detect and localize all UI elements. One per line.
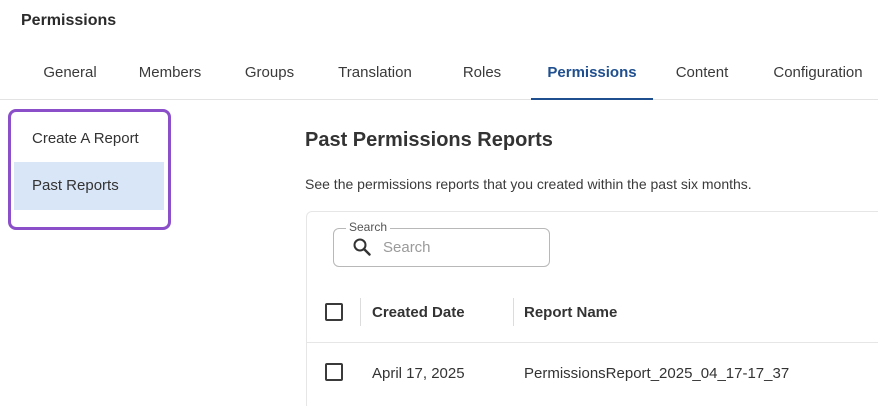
tab-configuration[interactable]: Configuration bbox=[768, 52, 868, 100]
column-header-report-name[interactable]: Report Name bbox=[524, 304, 617, 321]
sidebar-item-create-report[interactable]: Create A Report bbox=[14, 115, 164, 163]
column-divider bbox=[360, 298, 361, 326]
tab-bar: General Members Groups Translation Roles… bbox=[0, 52, 878, 100]
column-header-created-date[interactable]: Created Date bbox=[372, 304, 465, 321]
permissions-page: Permissions General Members Groups Trans… bbox=[0, 0, 878, 406]
report-sidebar: Create A Report Past Reports bbox=[8, 109, 171, 230]
section-description: See the permissions reports that you cre… bbox=[305, 176, 752, 192]
search-input[interactable] bbox=[383, 236, 543, 258]
tab-general[interactable]: General bbox=[42, 52, 98, 100]
sidebar-item-past-reports[interactable]: Past Reports bbox=[14, 162, 164, 210]
tab-members[interactable]: Members bbox=[136, 52, 204, 100]
search-icon bbox=[353, 238, 371, 256]
tab-translation[interactable]: Translation bbox=[335, 52, 415, 100]
table-cell-report-name[interactable]: PermissionsReport_2025_04_17-17_37 bbox=[524, 365, 789, 382]
table-cell-created-date: April 17, 2025 bbox=[372, 365, 465, 382]
tab-roles[interactable]: Roles bbox=[462, 52, 502, 100]
column-divider bbox=[513, 298, 514, 326]
table-row-divider bbox=[307, 342, 878, 343]
tab-content[interactable]: Content bbox=[673, 52, 731, 100]
tab-permissions[interactable]: Permissions bbox=[531, 52, 653, 100]
page-title: Permissions bbox=[21, 12, 117, 29]
row-checkbox[interactable] bbox=[325, 363, 343, 381]
tab-groups[interactable]: Groups bbox=[243, 52, 296, 100]
search-label: Search bbox=[346, 220, 391, 234]
select-all-checkbox[interactable] bbox=[325, 303, 343, 321]
section-title: Past Permissions Reports bbox=[305, 129, 553, 151]
